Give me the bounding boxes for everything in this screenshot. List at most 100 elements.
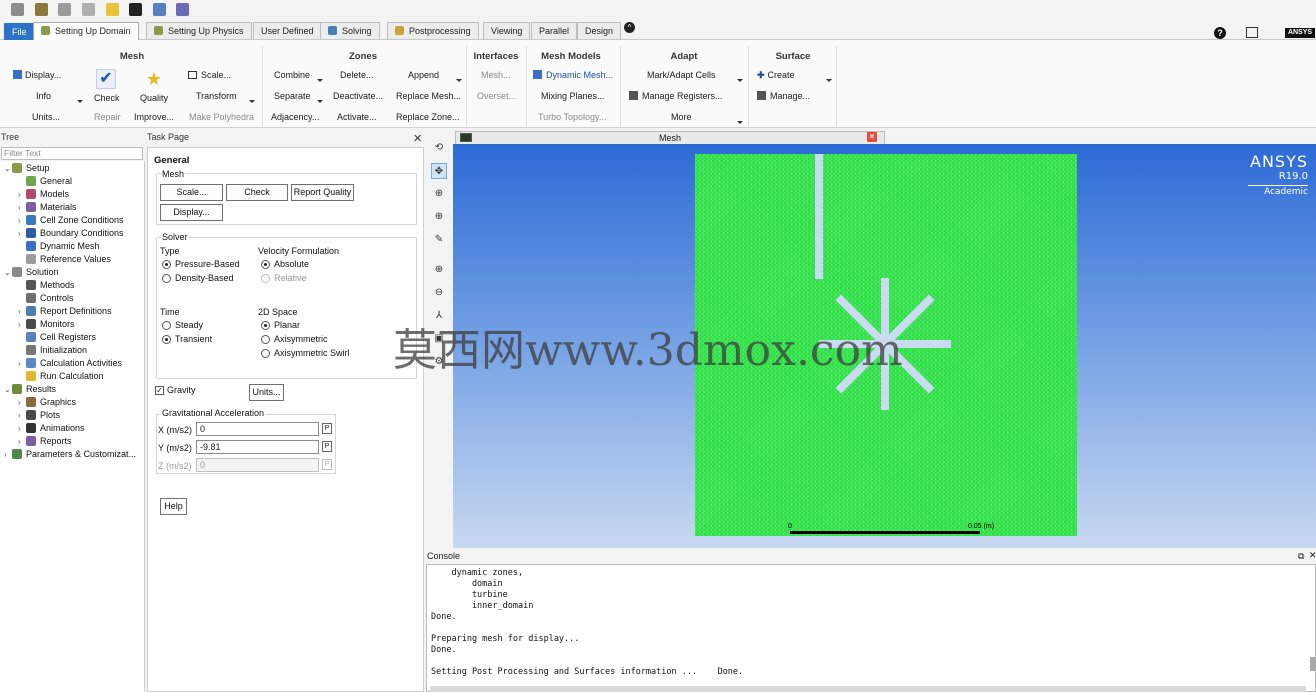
tab-postprocessing[interactable]: Postprocessing [387, 22, 479, 39]
expand-arrow-icon[interactable]: › [18, 396, 26, 409]
mesh-display-button[interactable]: Display... [13, 70, 61, 80]
transient-radio[interactable] [162, 335, 171, 344]
mesh-scale-button[interactable]: Scale... [188, 70, 231, 80]
tree-item[interactable]: Run Calculation [18, 370, 104, 383]
tree-item[interactable]: Methods [18, 279, 75, 292]
tree-item[interactable]: Initialization [18, 344, 87, 357]
console-horizontal-scrollbar[interactable] [430, 686, 1306, 692]
x-accel-input[interactable]: 0 [196, 422, 319, 436]
tree-item[interactable]: › Calculation Activities [18, 357, 122, 370]
open-icon[interactable] [35, 3, 48, 16]
zones-deactivate-button[interactable]: Deactivate... [333, 91, 383, 101]
separate-dropdown-icon[interactable] [317, 100, 323, 103]
collapse-arrow-icon[interactable]: ⌄ [4, 266, 12, 279]
workbench-icon[interactable] [129, 3, 142, 16]
info-dropdown-icon[interactable] [77, 100, 83, 103]
interfaces-overset-button[interactable]: Overset... [477, 91, 516, 101]
turbo-topology-button[interactable]: Turbo Topology... [538, 112, 606, 122]
expand-arrow-icon[interactable]: › [18, 318, 26, 331]
expand-arrow-icon[interactable]: › [18, 188, 26, 201]
mark-adapt-cells-button[interactable]: Mark/Adapt Cells [647, 70, 716, 80]
tree-item[interactable]: General [18, 175, 72, 188]
tab-solving[interactable]: Solving [320, 22, 380, 39]
mesh-units-button[interactable]: Units... [32, 112, 60, 122]
axisymmetric-swirl-radio[interactable] [261, 349, 270, 358]
tree-item[interactable]: ⌄ Results [4, 383, 56, 396]
manage-registers-button[interactable]: Manage Registers... [629, 91, 723, 101]
display-button[interactable]: Display... [160, 204, 223, 221]
make-polyhedra-button[interactable]: Make Polyhedra [189, 112, 254, 122]
adapt-more-button[interactable]: More [671, 112, 692, 122]
interfaces-mesh-button[interactable]: Mesh... [481, 70, 511, 80]
parameters-icon[interactable] [176, 3, 189, 16]
collapse-arrow-icon[interactable]: ⌄ [4, 162, 12, 175]
expand-arrow-icon[interactable]: › [18, 214, 26, 227]
graphics-close-icon[interactable]: ✕ [867, 132, 877, 142]
expand-arrow-icon[interactable]: › [4, 448, 12, 461]
tree-item[interactable]: ⌄ Solution [4, 266, 59, 279]
collapse-ribbon-icon[interactable]: ^ [624, 22, 635, 33]
append-dropdown-icon[interactable] [456, 79, 462, 82]
steady-radio[interactable] [162, 321, 171, 330]
console-output[interactable]: dynamic zones, domain turbine inner_doma… [426, 564, 1316, 692]
lightning-icon[interactable] [106, 3, 119, 16]
tab-viewing[interactable]: Viewing [483, 22, 531, 39]
y-parameter-button[interactable]: P [322, 441, 332, 452]
expand-arrow-icon[interactable]: › [18, 422, 26, 435]
graphics-tab[interactable]: Mesh [455, 131, 885, 144]
zones-adjacency-button[interactable]: Adjacency... [271, 112, 319, 122]
tab-setting-up-domain[interactable]: Setting Up Domain [33, 22, 139, 40]
mesh-info-button[interactable]: Info [36, 91, 51, 101]
collapse-arrow-icon[interactable]: ⌄ [4, 383, 12, 396]
density-based-radio[interactable] [162, 274, 171, 283]
tab-user-defined[interactable]: User Defined [253, 22, 322, 39]
expand-arrow-icon[interactable]: › [18, 201, 26, 214]
mesh-transform-button[interactable]: Transform [196, 91, 237, 101]
scale-button[interactable]: Scale... [160, 184, 223, 201]
units-button[interactable]: Units... [249, 384, 284, 401]
mark-adapt-dropdown-icon[interactable] [737, 79, 743, 82]
zones-separate-button[interactable]: Separate [274, 91, 311, 101]
zones-replace-zone-button[interactable]: Replace Zone... [396, 112, 460, 122]
expand-arrow-icon[interactable]: › [18, 227, 26, 240]
x-parameter-button[interactable]: P [322, 423, 332, 434]
tree-item[interactable]: › Monitors [18, 318, 75, 331]
tree-item[interactable]: › Parameters & Customizat... [4, 448, 136, 461]
report-quality-button[interactable]: Report Quality [291, 184, 354, 201]
pressure-based-radio[interactable] [162, 260, 171, 269]
pan-icon[interactable]: ✥ [431, 163, 447, 179]
tree-item[interactable]: ⌄ Setup [4, 162, 50, 175]
more-dropdown-icon[interactable] [737, 121, 743, 124]
y-accel-input[interactable]: -9.81 [196, 440, 319, 454]
console-vertical-scrollbar[interactable] [1310, 657, 1316, 671]
mesh-check-button[interactable]: Check [94, 93, 120, 103]
tree-item[interactable]: › Graphics [18, 396, 76, 409]
expand-arrow-icon[interactable]: › [18, 435, 26, 448]
tab-parallel[interactable]: Parallel [531, 22, 578, 39]
zoom-icon[interactable]: ⊕ [431, 186, 447, 202]
rotate-icon[interactable]: ⟲ [431, 140, 447, 156]
surface-create-button[interactable]: ✚ Create [757, 70, 795, 81]
new-icon[interactable] [11, 3, 24, 16]
help-button[interactable]: Help [160, 498, 187, 515]
tree-item[interactable]: › Animations [18, 422, 85, 435]
transform-dropdown-icon[interactable] [249, 100, 255, 103]
mesh-improve-button[interactable]: Improve... [134, 112, 174, 122]
tree-item[interactable]: › Cell Zone Conditions [18, 214, 124, 227]
check-icon[interactable]: ✔ [96, 69, 116, 89]
tree-item[interactable]: Dynamic Mesh [18, 240, 100, 253]
zones-replace-mesh-button[interactable]: Replace Mesh... [396, 91, 461, 101]
tree-item[interactable]: Controls [18, 292, 74, 305]
probe-icon[interactable]: ✎ [431, 232, 447, 248]
expand-arrow-icon[interactable]: › [18, 357, 26, 370]
axisymmetric-radio[interactable] [261, 335, 270, 344]
zoom-out-icon[interactable]: ⊖ [431, 285, 447, 301]
tab-setting-up-physics[interactable]: Setting Up Physics [146, 22, 252, 39]
mesh-quality-button[interactable]: Quality [140, 93, 168, 103]
tree-item[interactable]: › Plots [18, 409, 60, 422]
dynamic-mesh-button[interactable]: Dynamic Mesh... [533, 70, 613, 80]
zones-activate-button[interactable]: Activate... [337, 112, 377, 122]
console-float-icon[interactable]: ⧉ [1298, 551, 1304, 562]
zones-delete-button[interactable]: Delete... [340, 70, 374, 80]
tree-item[interactable]: › Models [18, 188, 69, 201]
